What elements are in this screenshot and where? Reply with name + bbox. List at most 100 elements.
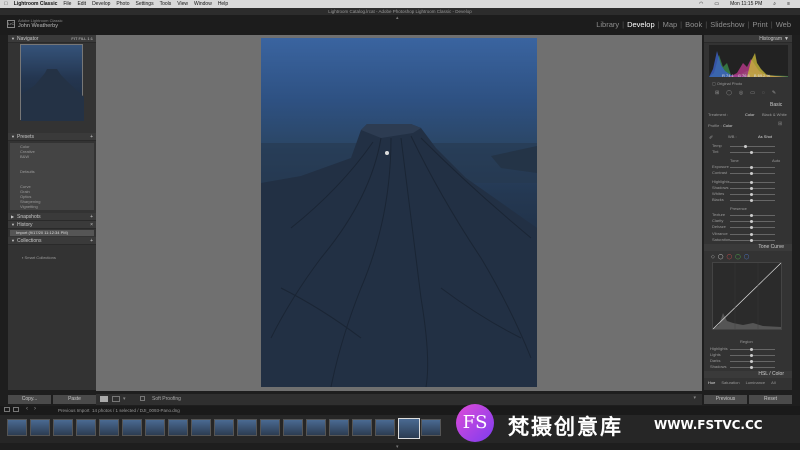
hsl-tab-all[interactable]: All (771, 380, 775, 385)
basic-header[interactable]: Basic (770, 102, 782, 108)
histogram-header[interactable]: Histogram ▼ (704, 35, 792, 43)
add-icon[interactable]: + (90, 237, 93, 245)
menu-edit[interactable]: Edit (77, 1, 86, 7)
battery-icon[interactable]: ▭ (714, 1, 719, 7)
texture-slider[interactable] (730, 214, 775, 217)
tone-auto-button[interactable]: Auto (772, 158, 780, 163)
paste-button[interactable]: Paste (53, 395, 96, 404)
point-curve-icon[interactable]: ◇ (711, 254, 715, 260)
module-map[interactable]: Map (660, 20, 681, 29)
slider-knob[interactable] (750, 220, 753, 223)
snapshots-header[interactable]: ▶ Snapshots + (8, 213, 96, 221)
highlights-slider[interactable] (730, 181, 775, 184)
toolbar-menu-icon[interactable]: ▾ (693, 395, 696, 401)
graduated-filter-icon[interactable]: ▭ (750, 90, 755, 96)
navigator-thumbnail[interactable] (20, 44, 84, 121)
history-header[interactable]: ▼ History × (8, 221, 96, 229)
slider-knob[interactable] (750, 193, 753, 196)
soft-proofing-label[interactable]: Soft Proofing (152, 396, 181, 402)
module-print[interactable]: Print (749, 20, 770, 29)
presets-header[interactable]: ▼ Presets + (8, 133, 96, 141)
spot-removal-icon[interactable]: ◯ (726, 90, 732, 96)
navigator-header[interactable]: ▼ Navigator FIT FILL 1:1 (8, 35, 96, 43)
secondary-display-icon[interactable] (4, 407, 10, 412)
eyedropper-icon[interactable]: ✐ (709, 135, 713, 141)
filmstrip-thumbnail[interactable] (421, 419, 441, 436)
hsl-tab-saturation[interactable]: Saturation (721, 380, 739, 385)
blue-curve-icon[interactable]: ◯ (744, 254, 750, 260)
slider-knob[interactable] (750, 348, 753, 351)
profile-select[interactable]: Color (723, 123, 733, 128)
add-icon[interactable]: + (90, 213, 93, 221)
exposure-slider[interactable] (730, 166, 775, 169)
filmstrip-count[interactable]: 14 photos / 1 selected / DJI_0093-Pano.d… (92, 408, 180, 413)
original-photo-label[interactable]: ▢ Original Photo (712, 81, 742, 86)
slider-knob[interactable] (750, 233, 753, 236)
hsl-header[interactable]: HSL / Color (704, 371, 792, 378)
search-icon[interactable]: ⌕ (773, 1, 776, 7)
preset-folder[interactable]: Vignetting (10, 204, 94, 209)
slider-knob[interactable] (750, 181, 753, 184)
slider-knob[interactable] (750, 239, 753, 242)
filmstrip-thumbnail[interactable] (76, 419, 96, 436)
slider-knob[interactable] (750, 354, 753, 357)
saturation-slider[interactable] (730, 239, 775, 242)
curve-highlights-slider[interactable] (730, 348, 775, 351)
filmstrip-thumbnail[interactable] (375, 419, 395, 436)
crop-tool-icon[interactable]: ⊞ (715, 90, 719, 96)
filmstrip-thumbnail-selected[interactable] (398, 418, 420, 439)
close-icon[interactable]: × (90, 221, 93, 229)
whites-slider[interactable] (730, 193, 775, 196)
grid-icon[interactable] (13, 407, 19, 412)
filmstrip-thumbnail[interactable] (306, 419, 326, 436)
filmstrip-thumbnail[interactable] (260, 419, 280, 436)
filmstrip-thumbnail[interactable] (283, 419, 303, 436)
filmstrip-thumbnail[interactable] (237, 419, 257, 436)
collapse-top-icon[interactable]: ▴ (396, 15, 399, 21)
menu-file[interactable]: File (63, 1, 71, 7)
blacks-slider[interactable] (730, 199, 775, 202)
hsl-tab-luminance[interactable]: Luminance (746, 380, 766, 385)
menu-photo[interactable]: Photo (116, 1, 129, 7)
filmstrip-thumbnail[interactable] (7, 419, 27, 436)
back-arrow-icon[interactable]: ‹ (26, 406, 28, 412)
module-slideshow[interactable]: Slideshow (707, 20, 747, 29)
add-icon[interactable]: + (90, 133, 93, 141)
apple-icon[interactable]:  (4, 1, 8, 7)
menu-app[interactable]: Lightroom Classic (14, 1, 58, 7)
profile-browser-icon[interactable]: ⊞ (778, 121, 782, 127)
filmstrip-thumbnail[interactable] (30, 419, 50, 436)
curve-lights-slider[interactable] (730, 354, 775, 357)
forward-arrow-icon[interactable]: › (34, 406, 36, 412)
slider-knob[interactable] (750, 151, 753, 154)
module-web[interactable]: Web (773, 20, 794, 29)
red-curve-icon[interactable]: ◯ (726, 254, 732, 260)
temp-slider[interactable] (730, 145, 775, 148)
menu-develop[interactable]: Develop (92, 1, 110, 7)
curve-shadows-slider[interactable] (730, 366, 775, 369)
slider-knob[interactable] (750, 366, 753, 369)
slider-knob[interactable] (750, 199, 753, 202)
contrast-slider[interactable] (730, 172, 775, 175)
filmstrip-thumbnail[interactable] (352, 419, 372, 436)
slider-knob[interactable] (750, 214, 753, 217)
filmstrip-thumbnail[interactable] (329, 419, 349, 436)
expand-filmstrip-icon[interactable]: ▾ (396, 444, 399, 450)
radial-filter-icon[interactable]: ◌ (762, 90, 765, 96)
filmstrip-thumbnail[interactable] (214, 419, 234, 436)
menu-view[interactable]: View (177, 1, 188, 7)
slider-knob[interactable] (750, 187, 753, 190)
module-develop[interactable]: Develop (624, 20, 658, 29)
slider-knob[interactable] (750, 226, 753, 229)
treatment-bw[interactable]: Black & White (762, 112, 787, 117)
hsl-tab-hue[interactable]: Hue (708, 380, 715, 385)
menu-window[interactable]: Window (194, 1, 212, 7)
dropdown-icon[interactable]: ▾ (123, 396, 126, 402)
filmstrip-thumbnail[interactable] (99, 419, 119, 436)
slider-knob[interactable] (744, 145, 747, 148)
before-after-icon[interactable] (112, 396, 120, 402)
wb-select[interactable]: As Shot (758, 134, 772, 139)
filmstrip-thumbnail[interactable] (122, 419, 142, 436)
menu-settings[interactable]: Settings (136, 1, 154, 7)
treatment-color[interactable]: Color (745, 112, 755, 117)
